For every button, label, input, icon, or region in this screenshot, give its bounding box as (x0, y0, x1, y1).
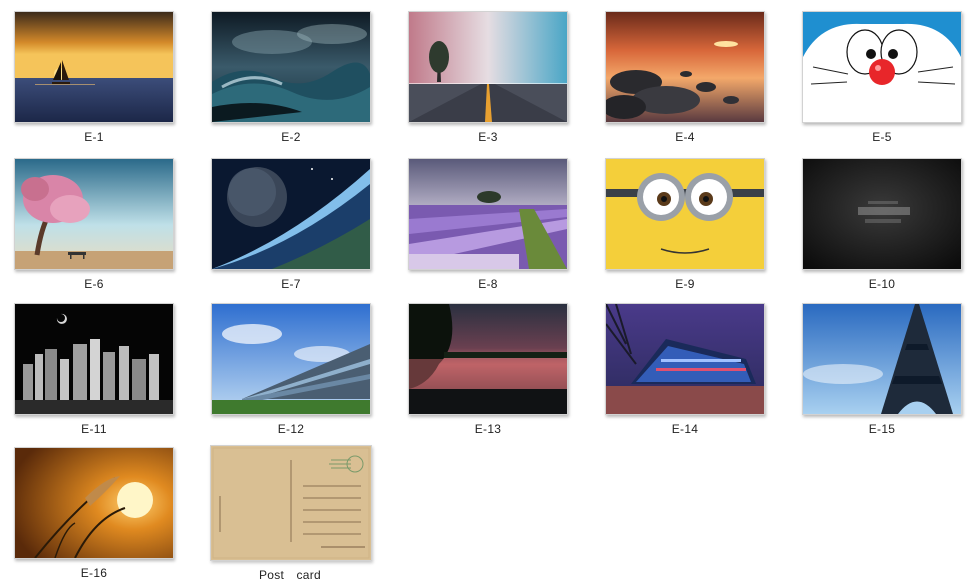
thumbnail-e-4[interactable]: E-4 (605, 11, 765, 146)
thumbnail-e-15[interactable]: E-15 (802, 303, 962, 438)
thumbnail-label: E-9 (675, 277, 695, 291)
thumbnail-label: Post card (258, 568, 322, 582)
thumbnail-gallery: E-1 E-2 E-3 E-4 E-5 E-6 E-7 E-8 E-9 E-10… (0, 0, 976, 583)
thumbnail-post-card[interactable]: Post card (210, 445, 372, 582)
thumbnail-e-2[interactable]: E-2 (211, 11, 371, 146)
thumbnail-label: E-4 (675, 130, 695, 144)
sunset-sailboat-image (14, 11, 174, 123)
thumbnail-label: E-2 (281, 130, 301, 144)
sun-reeds-image (14, 447, 174, 559)
thumbnail-e-8[interactable]: E-8 (408, 158, 568, 293)
doraemon-face-image (802, 11, 962, 123)
thumbnail-label: E-16 (80, 566, 108, 580)
night-skyline-image (14, 303, 174, 415)
thumbnail-e-12[interactable]: E-12 (211, 303, 371, 438)
dark-texture-image (802, 158, 962, 270)
minion-face-image (605, 158, 765, 270)
glass-building-image (211, 303, 371, 415)
thumbnail-label: E-11 (81, 422, 107, 436)
thumbnail-label: E-7 (281, 277, 301, 291)
thumbnail-label: E-6 (84, 277, 104, 291)
thumbnail-label: E-5 (872, 130, 892, 144)
thumbnail-e-11[interactable]: E-11 (14, 303, 174, 438)
night-building-image (605, 303, 765, 415)
thumbnail-e-5[interactable]: E-5 (802, 11, 962, 146)
thumbnail-label: E-15 (868, 422, 896, 436)
lake-reflection-image (408, 303, 568, 415)
eiffel-tower-image (802, 303, 962, 415)
thumbnail-e-3[interactable]: E-3 (408, 11, 568, 146)
thumbnail-e-14[interactable]: E-14 (605, 303, 765, 438)
thumbnail-label: E-8 (478, 277, 498, 291)
thumbnail-e-16[interactable]: E-16 (14, 447, 174, 582)
road-tree-image (408, 11, 568, 123)
thumbnail-e-13[interactable]: E-13 (408, 303, 568, 438)
thumbnail-label: E-3 (478, 130, 498, 144)
thumbnail-label: E-13 (474, 422, 502, 436)
stormy-sea-image (211, 11, 371, 123)
thumbnail-e-9[interactable]: E-9 (605, 158, 765, 293)
thumbnail-label: E-10 (868, 277, 896, 291)
thumbnail-e-7[interactable]: E-7 (211, 158, 371, 293)
thumbnail-e-6[interactable]: E-6 (14, 158, 174, 293)
thumbnail-e-1[interactable]: E-1 (14, 11, 174, 146)
thumbnail-label: E-14 (671, 422, 699, 436)
lavender-field-image (408, 158, 568, 270)
thumbnail-label: E-12 (277, 422, 305, 436)
planet-space-image (211, 158, 371, 270)
thumbnail-label: E-1 (84, 130, 104, 144)
postcard-back-image (210, 445, 372, 561)
thumbnail-e-10[interactable]: E-10 (802, 158, 962, 293)
rocky-shore-sunset-image (605, 11, 765, 123)
blossom-tree-bench-image (14, 158, 174, 270)
